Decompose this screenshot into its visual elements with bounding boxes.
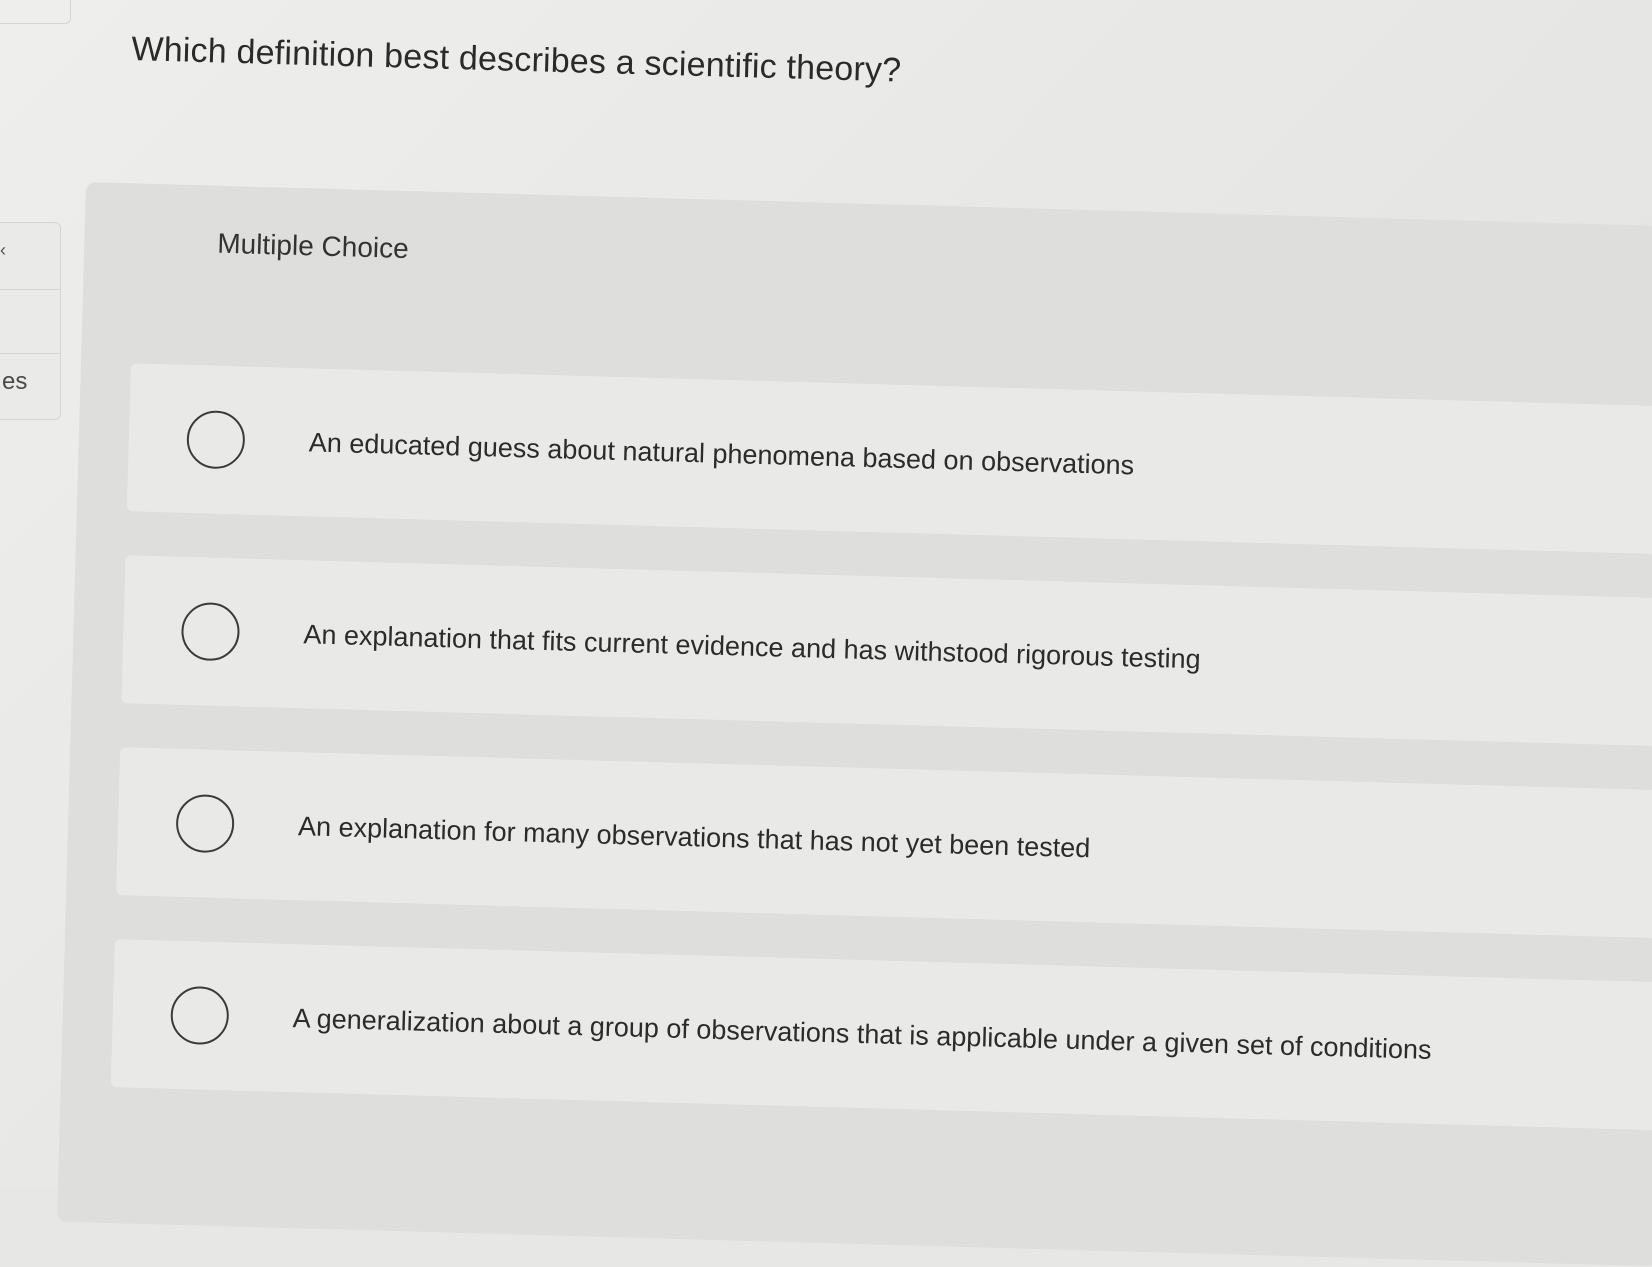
answer-panel: Multiple Choice An educated guess about … — [56, 182, 1652, 1267]
question-text: Which definition best describes a scient… — [130, 30, 902, 90]
option-label[interactable]: A generalization about a group of observ… — [292, 1003, 1432, 1066]
options-list: An educated guess about natural phenomen… — [110, 363, 1652, 1174]
radio-button[interactable] — [169, 985, 230, 1046]
radio-button[interactable] — [180, 601, 241, 662]
option-label[interactable]: An explanation for many observations tha… — [298, 811, 1091, 864]
option-label[interactable]: An explanation that fits current evidenc… — [303, 619, 1201, 675]
option-label[interactable]: An educated guess about natural phenomen… — [308, 427, 1134, 481]
option-row[interactable]: An explanation for many observations tha… — [116, 747, 1652, 939]
page: ‹ es Which definition best describes a s… — [0, 0, 1652, 1267]
option-row[interactable]: A generalization about a group of observ… — [110, 939, 1652, 1131]
sidebar-divider — [0, 289, 60, 290]
radio-button[interactable] — [175, 793, 235, 854]
question-type-label: Multiple Choice — [216, 227, 410, 265]
sidebar-partial-label: es — [2, 368, 28, 395]
chevron-left-icon[interactable]: ‹ — [0, 240, 6, 261]
sidebar-top-box — [0, 0, 71, 24]
option-row[interactable]: An explanation that fits current evidenc… — [121, 555, 1652, 747]
radio-button[interactable] — [186, 409, 246, 470]
option-row[interactable]: An educated guess about natural phenomen… — [126, 363, 1652, 555]
sidebar-divider — [0, 353, 60, 354]
